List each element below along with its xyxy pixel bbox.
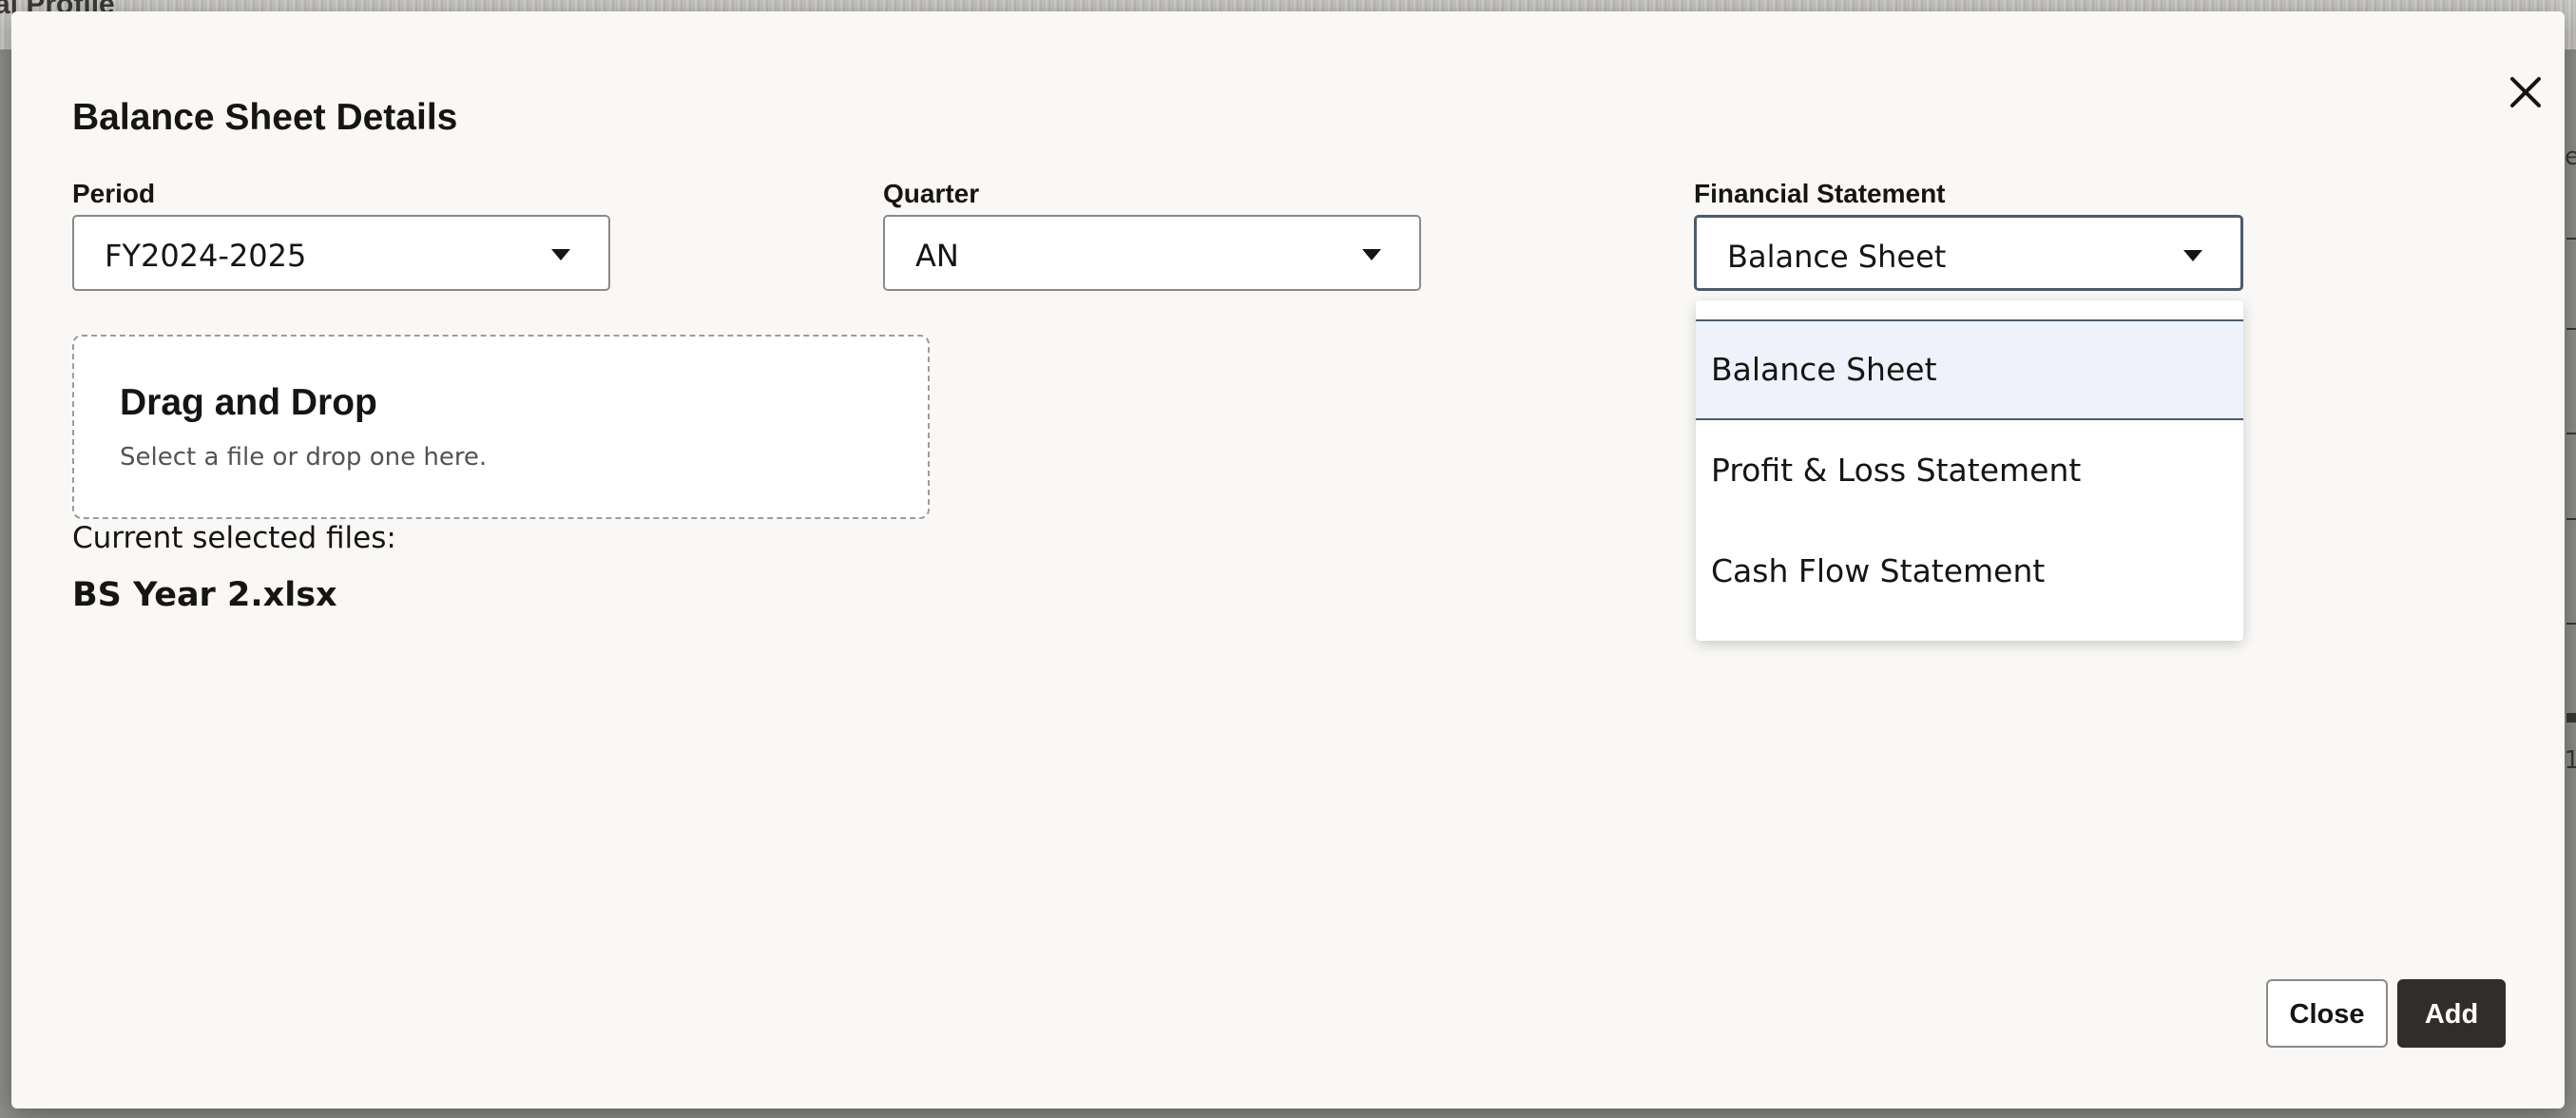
add-button[interactable]: Add <box>2397 979 2506 1048</box>
balance-sheet-details-dialog: Balance Sheet Details Period FY2024-2025… <box>11 11 2565 1108</box>
background-divider <box>2566 328 2576 330</box>
period-label: Period <box>72 179 156 208</box>
quarter-label: Quarter <box>883 179 980 208</box>
chevron-down-icon <box>2183 250 2202 261</box>
current-files-label: Current selected files: <box>72 521 396 555</box>
background-divider <box>2566 623 2576 625</box>
financial-statement-label: Financial Statement <box>1694 179 1946 208</box>
close-button[interactable]: Close <box>2266 979 2388 1048</box>
dropzone-title: Drag and Drop <box>120 382 377 423</box>
dropzone-subtitle: Select a file or drop one here. <box>120 443 488 472</box>
background-right-text: 1 <box>2564 746 2576 775</box>
dropdown-option-profit-loss[interactable]: Profit & Loss Statement <box>1696 420 2243 521</box>
file-dropzone[interactable]: Drag and Drop Select a file or drop one … <box>72 335 930 519</box>
close-icon[interactable] <box>2502 68 2549 116</box>
dropdown-option-cash-flow[interactable]: Cash Flow Statement <box>1696 521 2243 622</box>
chevron-down-icon <box>551 249 570 260</box>
financial-statement-select[interactable]: Balance Sheet <box>1694 215 2243 291</box>
financial-statement-value: Balance Sheet <box>1727 239 1947 275</box>
background-divider <box>2566 713 2576 723</box>
background-divider <box>2566 518 2576 520</box>
quarter-select[interactable]: AN <box>883 215 1421 291</box>
dialog-title: Balance Sheet Details <box>72 97 458 138</box>
background-divider <box>2566 433 2576 434</box>
financial-statement-dropdown: Balance Sheet Profit & Loss Statement Ca… <box>1696 300 2243 641</box>
background-divider <box>2566 238 2576 240</box>
period-value: FY2024-2025 <box>105 238 307 274</box>
chevron-down-icon <box>1362 249 1381 260</box>
period-select[interactable]: FY2024-2025 <box>72 215 610 291</box>
selected-file-name: BS Year 2.xlsx <box>72 576 337 614</box>
dropdown-option-balance-sheet[interactable]: Balance Sheet <box>1696 319 2243 420</box>
quarter-value: AN <box>915 238 959 274</box>
